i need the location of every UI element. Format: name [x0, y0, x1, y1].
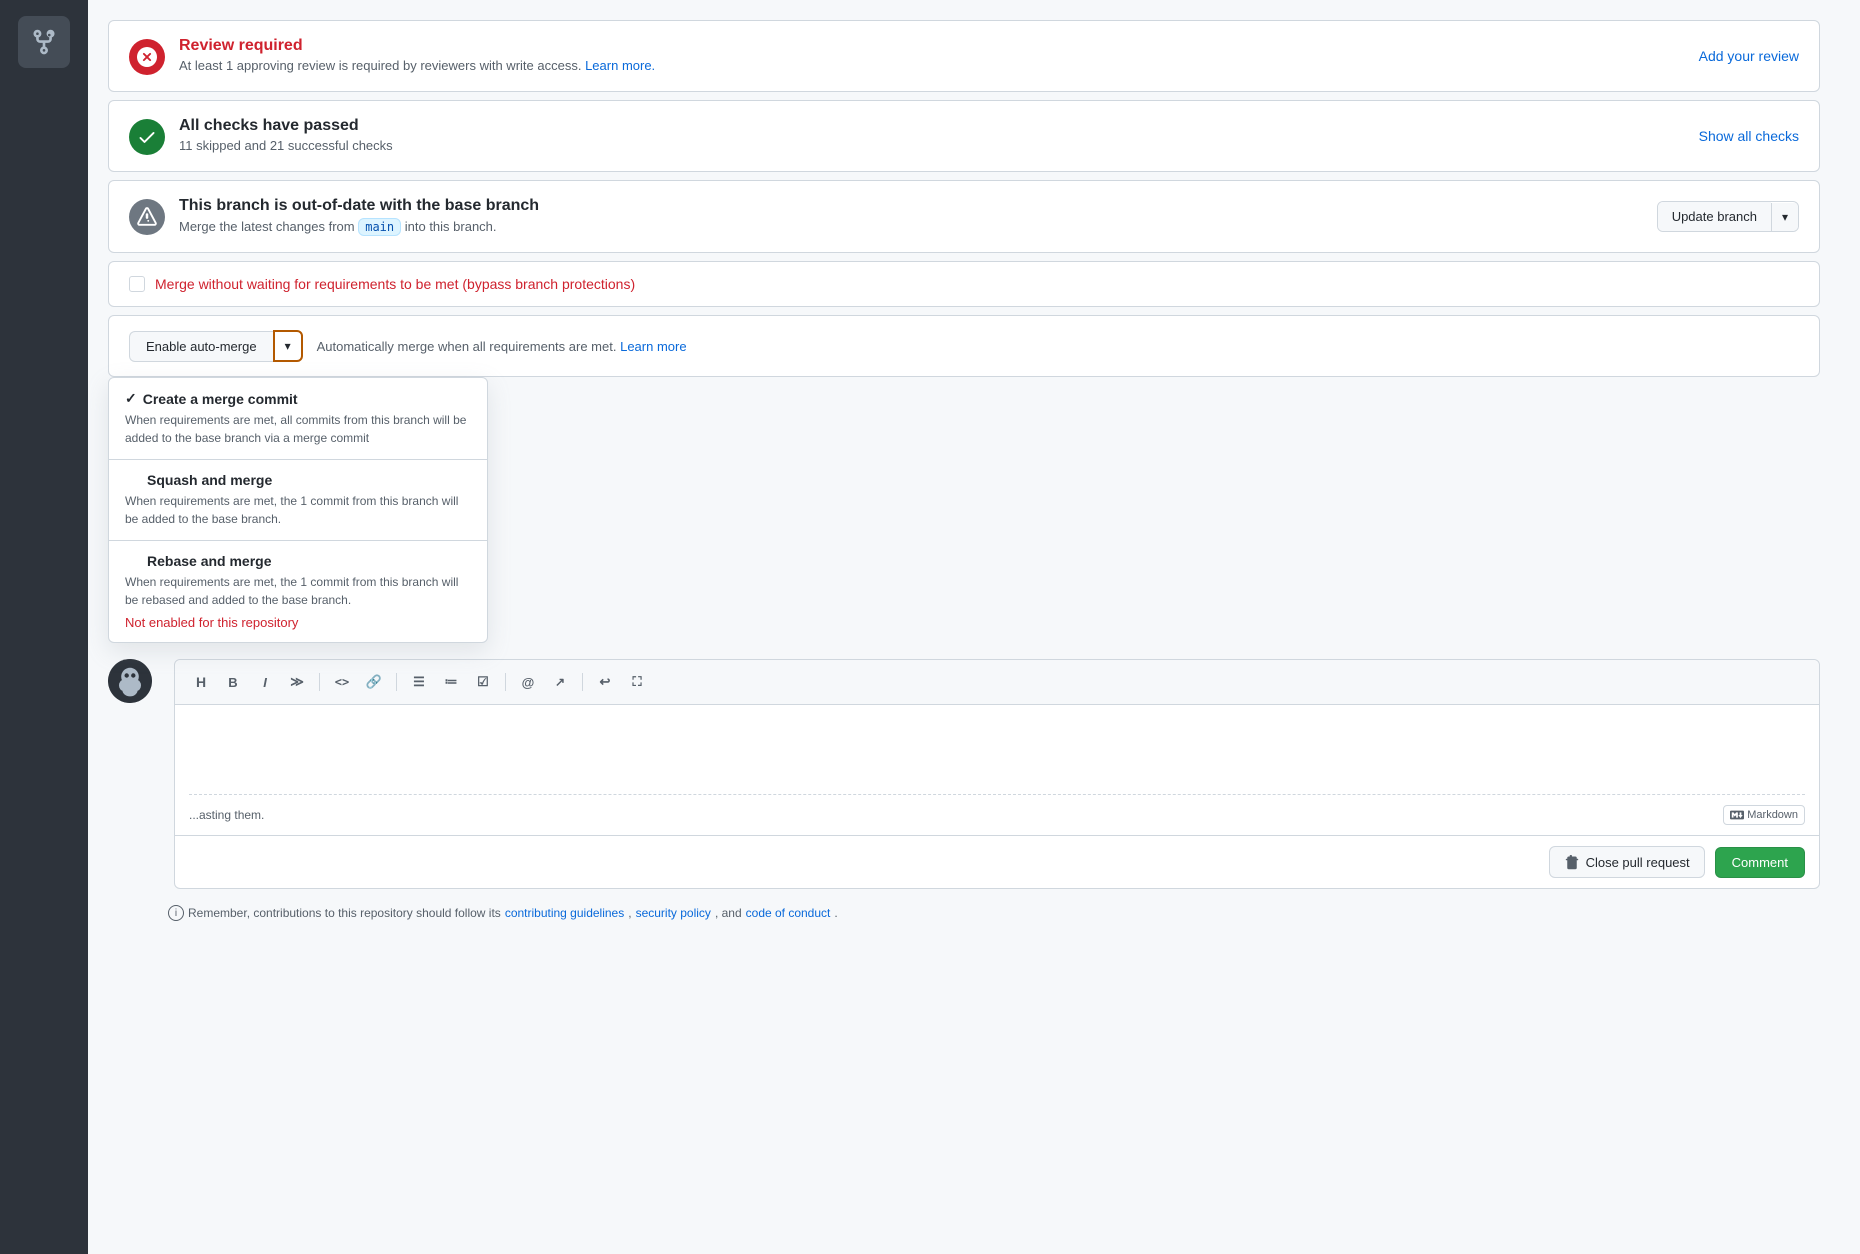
contributing-footer: i Remember, contributions to this reposi…	[108, 897, 1820, 921]
avatar	[108, 659, 152, 703]
reference-icon[interactable]: ↗	[548, 670, 572, 694]
branch-action: Update branch ▾	[1657, 201, 1799, 232]
branch-content: This branch is out-of-date with the base…	[179, 197, 1657, 236]
close-pr-label: Close pull request	[1586, 855, 1690, 870]
avatar-column	[108, 659, 160, 703]
update-branch-button-group: Update branch ▾	[1657, 201, 1799, 232]
update-branch-button[interactable]: Update branch	[1658, 202, 1771, 231]
squash-merge-title: Squash and merge	[125, 472, 471, 488]
close-pull-request-button[interactable]: Close pull request	[1549, 846, 1705, 878]
comment-button[interactable]: Comment	[1715, 847, 1805, 878]
automerge-dropdown-button[interactable]: ▾	[273, 330, 303, 362]
code-of-conduct-link[interactable]: code of conduct	[746, 906, 831, 920]
comment-textarea-area: ...asting them. Markdown	[175, 705, 1819, 835]
toolbar-separator-4	[582, 673, 583, 691]
quote-icon[interactable]: ≫	[285, 670, 309, 694]
info-icon: i	[168, 905, 184, 921]
toolbar-separator-2	[396, 673, 397, 691]
checks-content: All checks have passed 11 skipped and 21…	[179, 117, 1699, 153]
rebase-merge-option[interactable]: Rebase and merge When requirements are m…	[109, 541, 487, 642]
main-content: Review required At least 1 approving rev…	[88, 0, 1860, 1254]
mention-icon[interactable]: @	[516, 670, 540, 694]
branch-status-card: This branch is out-of-date with the base…	[108, 180, 1820, 253]
review-content: Review required At least 1 approving rev…	[179, 37, 1699, 73]
bypass-row: Merge without waiting for requirements t…	[108, 261, 1820, 307]
squash-merge-option[interactable]: Squash and merge When requirements are m…	[109, 460, 487, 541]
review-action: Add your review	[1699, 48, 1799, 64]
toolbar-separator-3	[505, 673, 506, 691]
automerge-row: Enable auto-merge ▾ Automatically merge …	[108, 315, 1820, 377]
show-all-checks-link[interactable]: Show all checks	[1699, 128, 1799, 144]
merge-commit-option[interactable]: ✓ Create a merge commit When requirement…	[109, 378, 487, 460]
rebase-merge-description: When requirements are met, the 1 commit …	[125, 573, 471, 609]
merge-commit-title: ✓ Create a merge commit	[125, 390, 471, 407]
sidebar-logo[interactable]	[18, 16, 70, 68]
automerge-learn-more-link[interactable]: Learn more	[620, 339, 686, 354]
textarea-hint: ...asting them.	[189, 808, 264, 822]
bold-icon[interactable]: B	[221, 670, 245, 694]
unordered-list-icon[interactable]: ☰	[407, 670, 431, 694]
checks-title: All checks have passed	[179, 117, 1699, 135]
bypass-label: Merge without waiting for requirements t…	[155, 276, 635, 292]
add-review-link[interactable]: Add your review	[1699, 48, 1799, 64]
contrib-text-prefix: Remember, contributions to this reposito…	[188, 906, 501, 920]
task-list-icon[interactable]: ☑	[471, 670, 495, 694]
security-policy-link[interactable]: security policy	[636, 906, 711, 920]
enable-automerge-button[interactable]: Enable auto-merge	[129, 331, 273, 362]
comment-section-wrapper: H B I ≫ <> 🔗 ☰ ≔ ☑ @ ↗ ↩ ⛶	[108, 659, 1820, 897]
markdown-badge: Markdown	[1723, 805, 1805, 825]
review-learn-more-link[interactable]: Learn more.	[585, 58, 655, 73]
merge-commit-description: When requirements are met, all commits f…	[125, 411, 471, 447]
sidebar	[0, 0, 88, 1254]
review-description: At least 1 approving review is required …	[179, 58, 1699, 73]
success-icon	[129, 119, 165, 155]
merge-type-dropdown: ✓ Create a merge commit When requirement…	[108, 377, 488, 643]
comment-footer: Close pull request Comment	[175, 835, 1819, 888]
fullscreen-icon[interactable]: ⛶	[625, 670, 649, 694]
link-icon[interactable]: 🔗	[362, 670, 386, 694]
comment-textarea[interactable]	[189, 715, 1805, 795]
italic-icon[interactable]: I	[253, 670, 277, 694]
branch-title: This branch is out-of-date with the base…	[179, 197, 1657, 215]
ordered-list-icon[interactable]: ≔	[439, 670, 463, 694]
branch-badge: main	[358, 218, 401, 236]
review-required-card: Review required At least 1 approving rev…	[108, 20, 1820, 92]
automerge-description: Automatically merge when all requirement…	[317, 339, 687, 354]
toolbar-separator-1	[319, 673, 320, 691]
rebase-merge-title: Rebase and merge	[125, 553, 471, 569]
update-branch-dropdown-button[interactable]: ▾	[1771, 203, 1798, 231]
review-title: Review required	[179, 37, 1699, 55]
rebase-merge-disabled-label: Not enabled for this repository	[125, 615, 471, 630]
undo-icon[interactable]: ↩	[593, 670, 617, 694]
contributing-guidelines-link[interactable]: contributing guidelines	[505, 906, 624, 920]
bypass-checkbox[interactable]	[129, 276, 145, 292]
checks-description: 11 skipped and 21 successful checks	[179, 138, 1699, 153]
heading-icon[interactable]: H	[189, 670, 213, 694]
warning-icon	[129, 199, 165, 235]
checks-passed-card: All checks have passed 11 skipped and 21…	[108, 100, 1820, 172]
comment-toolbar: H B I ≫ <> 🔗 ☰ ≔ ☑ @ ↗ ↩ ⛶	[175, 660, 1819, 705]
error-icon	[129, 39, 165, 75]
checks-action: Show all checks	[1699, 128, 1799, 144]
code-icon[interactable]: <>	[330, 670, 354, 694]
comment-body: H B I ≫ <> 🔗 ☰ ≔ ☑ @ ↗ ↩ ⛶	[174, 659, 1820, 889]
branch-description: Merge the latest changes from main into …	[179, 218, 1657, 236]
squash-merge-description: When requirements are met, the 1 commit …	[125, 492, 471, 528]
